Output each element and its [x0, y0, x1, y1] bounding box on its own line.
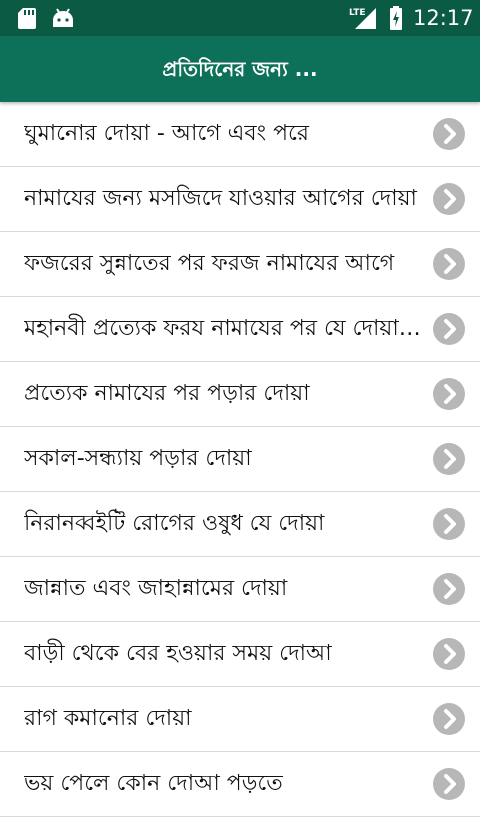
page-title: প্রতিদিনের জন্য ...: [162, 57, 318, 81]
list-item[interactable]: নিরানব্বইটি রোগের ওষুধ যে দোয়া: [0, 492, 480, 557]
sd-card-icon: [18, 8, 36, 29]
lte-signal-icon: LTE: [349, 8, 376, 29]
battery-charging-icon: [390, 6, 402, 30]
list-item-label: নামাযের জন্য মসজিদে যাওয়ার আগের দোয়া: [24, 186, 417, 211]
chevron-right-icon[interactable]: [433, 443, 465, 475]
lte-label: LTE: [349, 8, 366, 18]
list-item-label: নিরানব্বইটি রোগের ওষুধ যে দোয়া: [24, 511, 325, 536]
status-bar: LTE 12:17: [0, 0, 480, 36]
list-item-label: মহানবী প্রত্যেক ফরয নামাযের পর যে দোয়া …: [24, 316, 424, 341]
list-item-label: রাগ কমানোর দোয়া: [24, 706, 192, 731]
clock: 12:17: [413, 6, 474, 30]
android-icon: [53, 8, 73, 27]
chevron-right-icon[interactable]: [433, 118, 465, 150]
list-item[interactable]: ভয় পেলে কোন দোআ পড়তে: [0, 752, 480, 817]
chevron-right-icon[interactable]: [433, 313, 465, 345]
list-item[interactable]: ঘুমানোর দোয়া - আগে এবং পরে: [0, 102, 480, 167]
chevron-right-icon[interactable]: [433, 638, 465, 670]
list-item-label: সকাল-সন্ধ্যায় পড়ার দোয়া: [24, 446, 252, 471]
chevron-right-icon[interactable]: [433, 768, 465, 800]
list-item[interactable]: ফজরের সুন্নাতের পর ফরজ নামাযের আগে: [0, 232, 480, 297]
list-item[interactable]: রাগ কমানোর দোয়া: [0, 687, 480, 752]
app-bar: প্রতিদিনের জন্য ...: [0, 36, 480, 102]
list-item-label: জান্নাত এবং জাহান্নামের দোয়া: [24, 576, 288, 601]
list-item-label: প্রত্যেক নামাযের পর পড়ার দোয়া: [24, 381, 310, 406]
list-item[interactable]: জান্নাত এবং জাহান্নামের দোয়া: [0, 557, 480, 622]
chevron-right-icon[interactable]: [433, 183, 465, 215]
list-item-label: ভয় পেলে কোন দোআ পড়তে: [24, 771, 283, 796]
list-item[interactable]: নামাযের জন্য মসজিদে যাওয়ার আগের দোয়া: [0, 167, 480, 232]
list-item[interactable]: বাড়ী থেকে বের হওয়ার সময় দোআ: [0, 622, 480, 687]
list-item[interactable]: সকাল-সন্ধ্যায় পড়ার দোয়া: [0, 427, 480, 492]
dua-list: ঘুমানোর দোয়া - আগে এবং পরে নামাযের জন্য…: [0, 102, 480, 817]
list-item-label: ফজরের সুন্নাতের পর ফরজ নামাযের আগে: [24, 251, 395, 276]
chevron-right-icon[interactable]: [433, 508, 465, 540]
chevron-right-icon[interactable]: [433, 248, 465, 280]
chevron-right-icon[interactable]: [433, 703, 465, 735]
chevron-right-icon[interactable]: [433, 378, 465, 410]
list-item[interactable]: প্রত্যেক নামাযের পর পড়ার দোয়া: [0, 362, 480, 427]
list-item-label: ঘুমানোর দোয়া - আগে এবং পরে: [24, 121, 309, 146]
list-item[interactable]: মহানবী প্রত্যেক ফরয নামাযের পর যে দোয়া …: [0, 297, 480, 362]
list-item-label: বাড়ী থেকে বের হওয়ার সময় দোআ: [24, 641, 332, 666]
chevron-right-icon[interactable]: [433, 573, 465, 605]
